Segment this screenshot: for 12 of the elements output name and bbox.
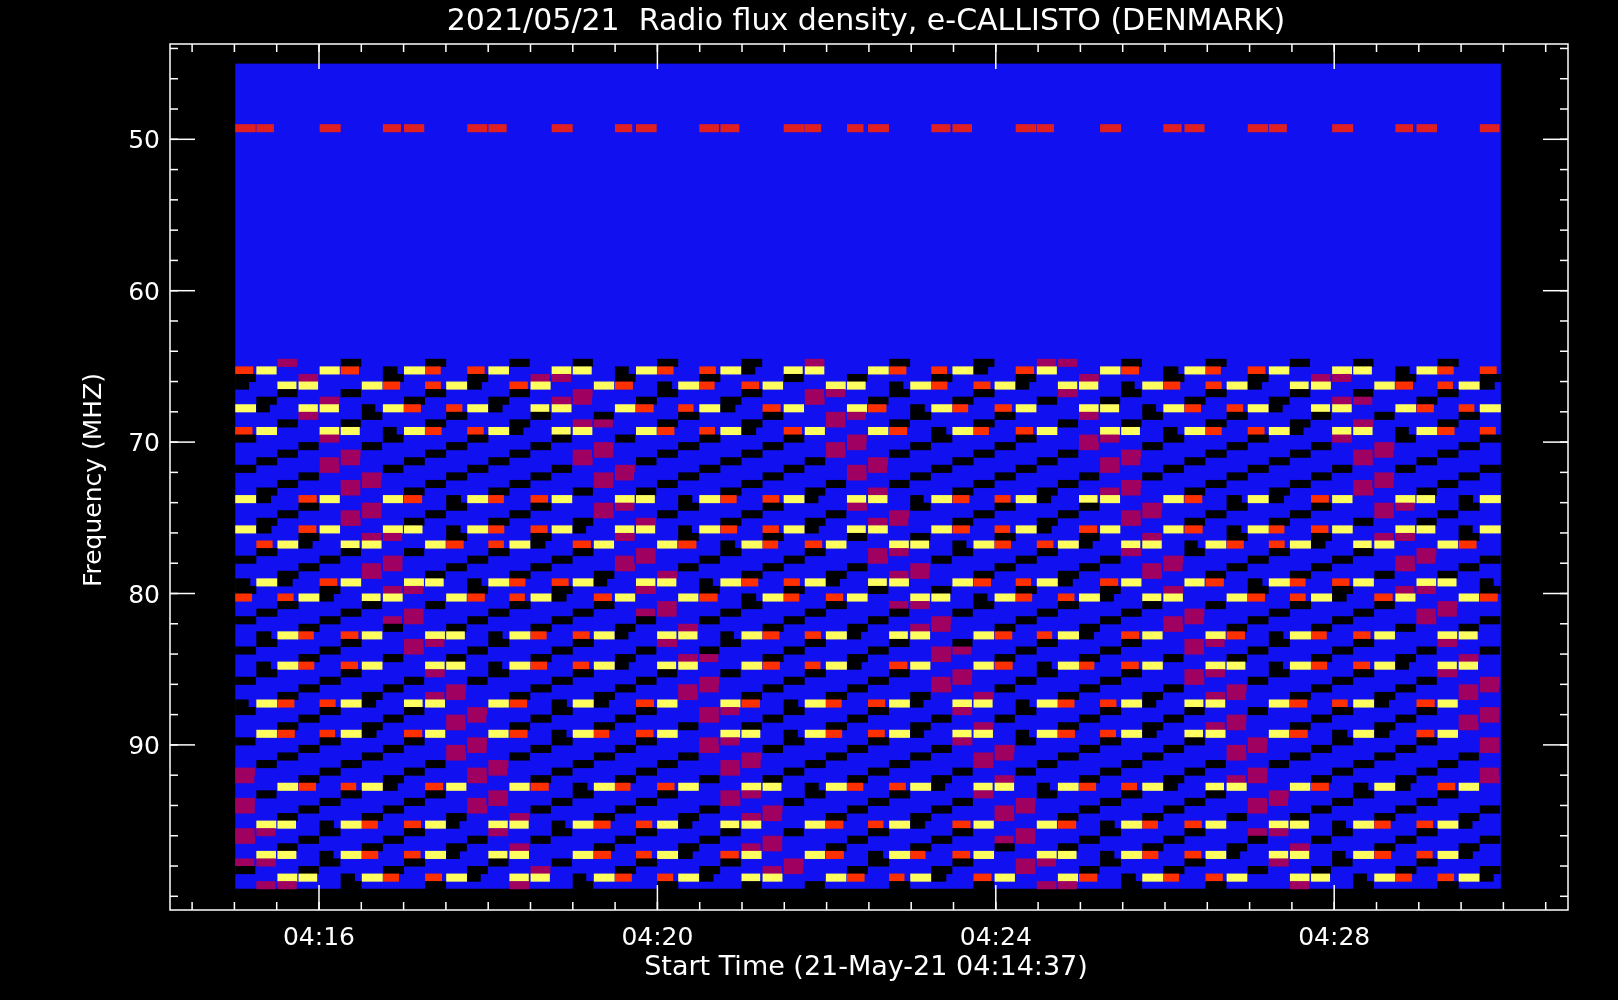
y-tick-label: 90	[128, 730, 160, 760]
y-tick-label: 80	[128, 579, 160, 609]
x-tick-label: 04:24	[959, 922, 1032, 951]
x-axis-label: Start Time (21-May-21 04:14:37)	[644, 950, 1088, 981]
y-tick-label: 50	[128, 125, 160, 155]
y-tick-label: 60	[128, 276, 160, 306]
x-tick-label: 04:28	[1298, 922, 1371, 951]
x-tick-label: 04:20	[621, 922, 694, 951]
y-axis-label: Frequency (MHZ)	[78, 372, 107, 588]
chart-title: 2021/05/21 Radio flux density, e-CALLISTO (DENMARK)	[446, 2, 1286, 37]
x-tick-label: 04:16	[283, 922, 355, 951]
y-tick-label: 70	[128, 428, 160, 458]
